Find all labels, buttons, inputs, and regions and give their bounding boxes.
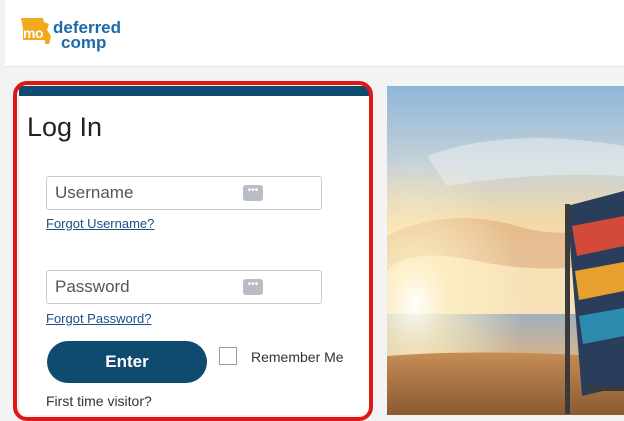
login-title: Log In (27, 112, 103, 142)
login-card-top-bar (19, 86, 370, 96)
beach-sunset-image (387, 86, 624, 415)
site-header: mo deferred comp (5, 0, 624, 67)
key-dots-icon[interactable]: ••• (243, 279, 263, 295)
key-dots-icon[interactable]: ••• (243, 185, 263, 201)
logo-line-2: comp (61, 33, 107, 52)
forgot-password-link[interactable]: Forgot Password? (46, 311, 152, 326)
username-field[interactable]: ••• (46, 176, 322, 210)
enter-button[interactable]: Enter (47, 341, 207, 383)
forgot-username-link[interactable]: Forgot Username? (46, 216, 154, 231)
first-time-visitor-text: First time visitor? (46, 393, 152, 409)
mo-deferred-comp-logo[interactable]: mo deferred comp (19, 12, 139, 52)
remember-me-label[interactable]: Remember Me (251, 349, 344, 365)
logo-mo-text: mo (23, 25, 44, 41)
password-field[interactable]: ••• (46, 270, 322, 304)
logo-brand-text: deferred comp (53, 19, 121, 52)
remember-me-checkbox[interactable] (219, 347, 237, 365)
